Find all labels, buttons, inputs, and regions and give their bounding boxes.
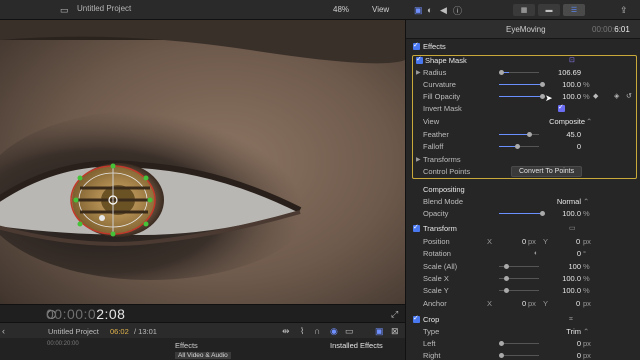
scale-x-row: Scale X 100.0 %	[423, 274, 590, 283]
snapping-icon[interactable]: ⌇	[300, 325, 304, 337]
shape-mask-checkbox[interactable]	[416, 55, 423, 64]
anchor-row: Anchor X 0 px Y 0 px	[423, 299, 591, 308]
transform-section-header: Transform ▭	[406, 223, 640, 235]
scale-y-row: Scale Y 100.0 %	[423, 286, 590, 295]
radius-row: ▶ Radius 106.69	[416, 67, 581, 79]
video-inspector: EyeMoving 00:00:6:01 Effects Shape Mask …	[405, 20, 640, 360]
crop-right-slider[interactable]	[499, 353, 539, 358]
timeline-lower: 00:00:20:00 Effects All Video & Audio In…	[0, 338, 405, 360]
crop-section-header: Crop ⌗	[406, 314, 640, 326]
mouse-pointer-icon: ➤	[545, 93, 553, 103]
effects-category-item[interactable]: All Video & Audio	[175, 352, 231, 359]
viewer-title: Untitled Project	[77, 4, 132, 13]
invert-mask-checkbox[interactable]	[558, 103, 565, 112]
effects-browser-title: Effects	[175, 341, 198, 350]
radius-slider[interactable]	[499, 70, 539, 75]
clip-duration: 00:00:6:01	[592, 25, 630, 34]
solo-icon[interactable]: ◉	[330, 325, 338, 337]
invert-mask-row: Invert Mask	[406, 103, 640, 115]
popup-arrow-icon: ⌃	[583, 197, 590, 206]
view-menu[interactable]: View	[372, 5, 389, 14]
skimming-icon[interactable]: ⇹	[282, 325, 290, 337]
scale-y-slider[interactable]	[499, 288, 539, 293]
video-viewer[interactable]	[0, 20, 405, 304]
add-keyframe-icon[interactable]: ◈	[614, 91, 619, 103]
viewer-controls: 00:00:02:08 ⤢	[0, 304, 405, 322]
top-toolbar: ▭ Untitled Project 48% View ▣ ◐ ◀ ⓘ ▦ ▬ …	[0, 0, 640, 20]
falloff-row: Falloff 0	[423, 142, 581, 151]
view-row: View Composite ⌃	[423, 116, 593, 128]
shape-mask-row: Shape Mask ⊡	[406, 55, 640, 67]
color-inspector-icon[interactable]: ◐	[427, 4, 432, 16]
info-inspector-icon[interactable]: ⓘ	[453, 4, 462, 16]
eye-closeup-image	[0, 20, 405, 304]
timeline-header: ‹ Untitled Project 06:02 / 13:01 ⇹ ⌇ ∩ ◉…	[0, 322, 405, 338]
crop-enable-checkbox[interactable]	[413, 314, 420, 323]
mask-menu-icon[interactable]: ⊡	[569, 55, 575, 67]
feather-slider[interactable]	[499, 132, 539, 137]
inspector-header: EyeMoving 00:00:6:01	[406, 20, 640, 39]
curvature-slider[interactable]	[499, 82, 545, 87]
transform-overlay-icon[interactable]: ▭	[569, 223, 576, 235]
blend-mode-popup[interactable]: Normal	[557, 196, 581, 208]
transitions-browser-icon[interactable]: ⊠	[391, 325, 399, 337]
curvature-row: Curvature 100.0 %	[423, 80, 590, 89]
popup-arrow-icon: ⌃	[583, 327, 590, 336]
inspector-toggle-button[interactable]: ☰	[563, 4, 585, 16]
blend-mode-row: Blend Mode Normal ⌃	[423, 196, 590, 208]
timeline-project-name: Untitled Project	[48, 327, 99, 336]
crop-left-row: Left 0 px	[423, 339, 591, 348]
zoom-menu[interactable]: 48%	[333, 5, 349, 14]
crop-right-row: Right 0 px	[423, 351, 591, 360]
rotation-row: Rotation ◐ 0 °	[423, 248, 586, 260]
disclosure-triangle-icon[interactable]: ▶	[416, 67, 421, 79]
timeline-current-time: 06:02	[110, 327, 129, 336]
effects-enable-checkbox[interactable]	[413, 41, 420, 50]
video-inspector-icon[interactable]: ▣	[414, 4, 423, 16]
fill-opacity-slider[interactable]	[499, 94, 545, 99]
transforms-row: ▶ Transforms	[416, 154, 461, 166]
control-points-row: Control Points Convert To Points	[406, 166, 640, 178]
share-icon[interactable]: ⇪	[620, 4, 628, 16]
audio-inspector-icon[interactable]: ◀	[440, 4, 447, 16]
scale-all-row: Scale (All) 100 %	[423, 262, 590, 271]
compositing-section-header: Compositing	[423, 185, 465, 194]
clip-appearance-icon[interactable]: ▭	[345, 325, 354, 337]
popup-arrow-icon: ⌃	[586, 117, 593, 126]
position-row: Position X 0 px Y 0 px	[423, 237, 591, 246]
audio-skimming-icon[interactable]: ∩	[314, 325, 320, 337]
falloff-slider[interactable]	[499, 144, 539, 149]
opacity-row: Opacity 100.0 %	[423, 209, 590, 218]
back-arrow-icon[interactable]: ‹	[2, 325, 5, 337]
browser-toggle-button[interactable]: ▦	[513, 4, 535, 16]
installed-effects-menu[interactable]: Installed Effects	[330, 341, 383, 350]
timeline-total-time: / 13:01	[134, 327, 157, 336]
opacity-slider[interactable]	[499, 211, 545, 216]
transform-enable-checkbox[interactable]	[413, 223, 420, 232]
convert-to-points-button[interactable]: Convert To Points	[511, 166, 583, 177]
sidebar-toggle-icon[interactable]: ▭	[60, 4, 69, 16]
scale-all-slider[interactable]	[499, 264, 539, 269]
effects-section-header: Effects	[406, 41, 640, 53]
reset-icon[interactable]: ↺	[626, 91, 632, 103]
clip-name: EyeMoving	[506, 25, 546, 34]
crop-type-popup[interactable]: Trim	[566, 326, 581, 338]
timeline-toggle-button[interactable]: ▬	[538, 4, 560, 16]
view-popup[interactable]: Composite	[549, 116, 585, 128]
timeline-ruler: 00:00:20:00	[47, 341, 79, 347]
fill-opacity-row: Fill Opacity 100.0 % ◆ ◈ ↺	[423, 91, 632, 103]
viewer-timecode[interactable]: 00:00:02:08	[46, 306, 125, 322]
feather-row: Feather 45.0	[423, 130, 581, 139]
effects-browser-icon[interactable]: ▣	[375, 325, 384, 337]
rotation-dial-icon[interactable]: ◐	[534, 248, 538, 260]
scale-x-slider[interactable]	[499, 276, 539, 281]
crop-overlay-icon[interactable]: ⌗	[569, 314, 573, 326]
fullscreen-icon[interactable]: ⤢	[391, 308, 398, 320]
crop-type-row: Type Trim ⌃	[423, 326, 590, 338]
crop-left-slider[interactable]	[499, 341, 539, 346]
disclosure-triangle-icon[interactable]: ▶	[416, 154, 421, 166]
keyframe-nav-icon[interactable]: ◆	[593, 91, 598, 103]
